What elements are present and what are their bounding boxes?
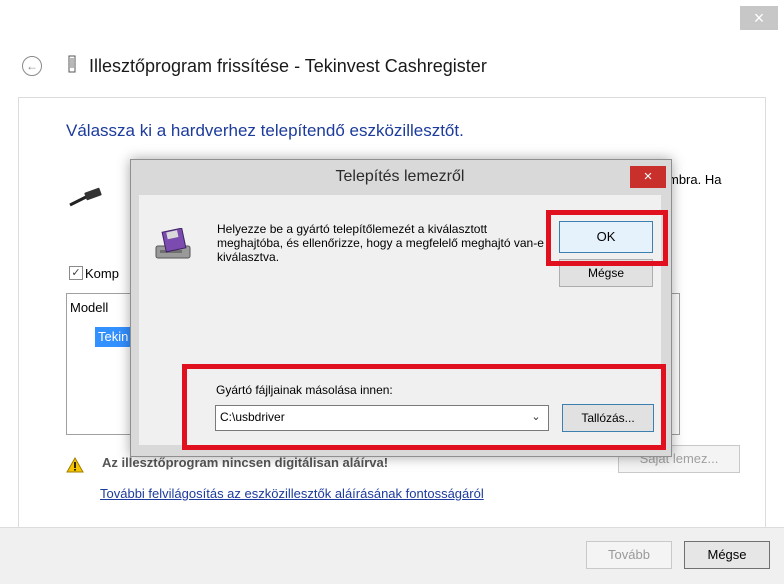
device-icon [68, 55, 76, 73]
dialog-message: Helyezze be a gyártó telepítőlemezét a k… [217, 222, 544, 264]
instruction-heading: Válassza ki a hardverhez telepítendő esz… [66, 121, 464, 140]
content-border-left [18, 97, 19, 527]
floppy-disk-icon [154, 227, 194, 262]
wizard-cancel-button[interactable]: Mégse [684, 541, 770, 569]
path-highlight-box [182, 364, 666, 450]
unsigned-driver-warning: Az illesztőprogram nincsen digitálisan a… [102, 455, 389, 470]
dialog-close-button[interactable]: × [630, 166, 666, 188]
next-button[interactable]: Tovább [586, 541, 672, 569]
window-close-button[interactable]: × [740, 6, 778, 30]
driver-signing-link[interactable]: További felvilágosítás az eszközillesztő… [100, 486, 484, 501]
model-column-header: Modell [70, 300, 109, 315]
content-border-right [765, 97, 766, 527]
partial-text: mbra. Ha [668, 172, 722, 187]
back-arrow-icon[interactable]: ← [22, 56, 42, 76]
warning-icon [66, 456, 84, 473]
wizard-title: Illesztőprogram frissítése - Tekinvest C… [89, 56, 487, 76]
ok-highlight-box [546, 210, 668, 266]
header-divider [18, 97, 766, 98]
usb-cable-icon [68, 185, 104, 207]
dialog-title: Telepítés lemezről [335, 168, 465, 185]
compatible-hardware-label: Komp [85, 266, 119, 281]
window-titlebar [0, 0, 784, 36]
compatible-hardware-checkbox[interactable]: ✓ [69, 266, 83, 280]
